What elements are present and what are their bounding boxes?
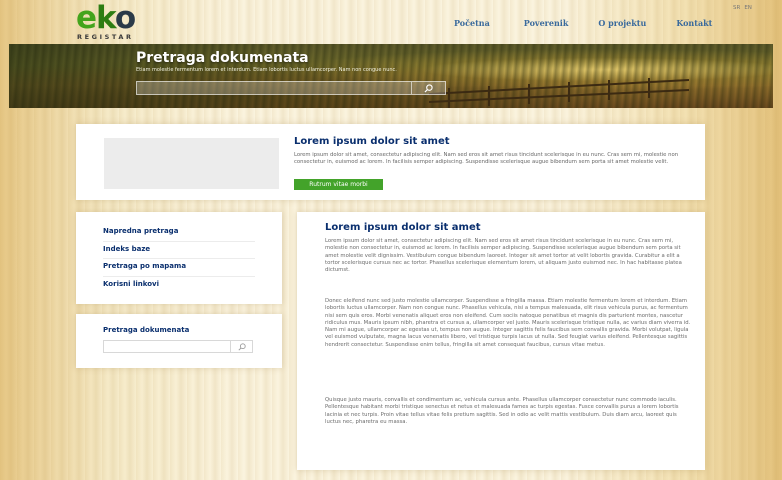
sidebar-search-box: Pretraga dokumenata <box>76 314 282 368</box>
main-nav: Početna Poverenik O projektu Kontakt <box>440 18 712 28</box>
logo-subtitle: REGISTAR <box>77 33 134 41</box>
sidebar-item-napredna-pretraga[interactable]: Napredna pretraga <box>103 224 255 242</box>
article-paragraph: Quisque justo mauris, convallis et condi… <box>325 397 679 425</box>
featured-box: Lorem ipsum dolor sit amet Lorem ipsum d… <box>76 124 705 200</box>
search-icon <box>424 83 433 93</box>
nav-pocetna[interactable]: Početna <box>454 18 490 28</box>
sidebar-nav: Napredna pretraga Indeks baze Pretraga p… <box>76 212 282 304</box>
site-header: eko REGISTAR SR EN Početna Poverenik O pr… <box>0 0 782 44</box>
article-title: Lorem ipsum dolor sit amet <box>325 222 481 233</box>
nav-o-projektu[interactable]: O projektu <box>598 18 646 28</box>
featured-title[interactable]: Lorem ipsum dolor sit amet <box>294 136 450 147</box>
article-paragraph: Lorem ipsum dolor sit amet, consectetur … <box>325 238 682 274</box>
hero-banner: Pretraga dokumenata Etiam molestie ferme… <box>9 44 773 108</box>
banner-search-input[interactable] <box>137 82 407 94</box>
sidebar-item-korisni-linkovi[interactable]: Korisni linkovi <box>103 277 255 295</box>
site-logo[interactable]: eko REGISTAR <box>76 2 136 41</box>
lang-sr[interactable]: SR <box>733 5 740 11</box>
sidebar-item-pretraga-po-mapama[interactable]: Pretraga po mapama <box>103 259 255 277</box>
search-icon <box>237 342 246 351</box>
banner-text: Etiam molestie fermentum lorem et interd… <box>136 67 397 73</box>
nav-kontakt[interactable]: Kontakt <box>676 18 712 28</box>
banner-fence-image <box>429 78 689 108</box>
featured-text: Lorem ipsum dolor sit amet, consectetur … <box>294 152 679 166</box>
language-switcher: SR EN <box>733 5 756 11</box>
article-paragraph: Donec eleifend nunc sed justo molestie u… <box>325 298 691 348</box>
sidebar-search-field <box>103 340 253 353</box>
banner-search-button[interactable] <box>411 82 445 94</box>
main-article: Lorem ipsum dolor sit amet Lorem ipsum d… <box>297 212 705 470</box>
lang-en[interactable]: EN <box>744 5 752 11</box>
sidebar-search-button[interactable] <box>230 341 252 352</box>
featured-image-placeholder <box>104 138 279 189</box>
logo-wordmark: eko <box>76 0 136 36</box>
sidebar-item-indeks-baze[interactable]: Indeks baze <box>103 242 255 259</box>
banner-title: Pretraga dokumenata <box>136 50 309 66</box>
banner-search <box>136 81 446 95</box>
featured-button[interactable]: Rutrum vitae morbi <box>294 179 383 190</box>
nav-poverenik[interactable]: Poverenik <box>524 18 569 28</box>
sidebar-search-title: Pretraga dokumenata <box>103 326 190 334</box>
sidebar-search-input[interactable] <box>104 341 230 352</box>
